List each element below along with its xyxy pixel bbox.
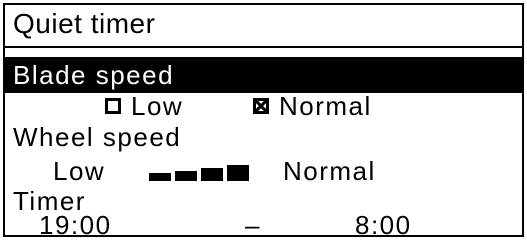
wheel-speed-bar-3 (201, 168, 223, 181)
wheel-speed-level-bars[interactable] (149, 155, 267, 189)
title-bar: Quiet timer (5, 5, 522, 48)
wheel-speed-bar-2 (175, 171, 197, 181)
blade-speed-option-low[interactable]: Low (105, 89, 183, 123)
wheel-speed-bar-1 (149, 173, 171, 181)
quiet-timer-screen: Quiet timer Blade speed Low Normal Wheel… (3, 3, 524, 237)
wheel-speed-max-label: Normal (283, 156, 376, 186)
wheel-speed-row[interactable]: Low Normal (5, 155, 522, 189)
wheel-speed-min-label: Low (53, 156, 106, 186)
blade-speed-header[interactable]: Blade speed (5, 57, 522, 93)
checkbox-low[interactable] (105, 98, 121, 114)
screen-title: Quiet timer (13, 8, 156, 39)
checkbox-normal[interactable] (253, 98, 269, 114)
timer-start-time[interactable]: 19:00 (39, 210, 112, 235)
option-low-label: Low (131, 90, 184, 121)
blade-speed-option-normal[interactable]: Normal (253, 89, 372, 123)
option-normal-label: Normal (279, 90, 372, 121)
timer-separator: – (245, 210, 260, 237)
timer-end-time[interactable]: 8:00 (355, 210, 412, 235)
blade-speed-label: Blade speed (13, 60, 175, 90)
wheel-speed-label: Wheel speed (13, 122, 182, 152)
wheel-speed-bar-4 (227, 165, 249, 181)
